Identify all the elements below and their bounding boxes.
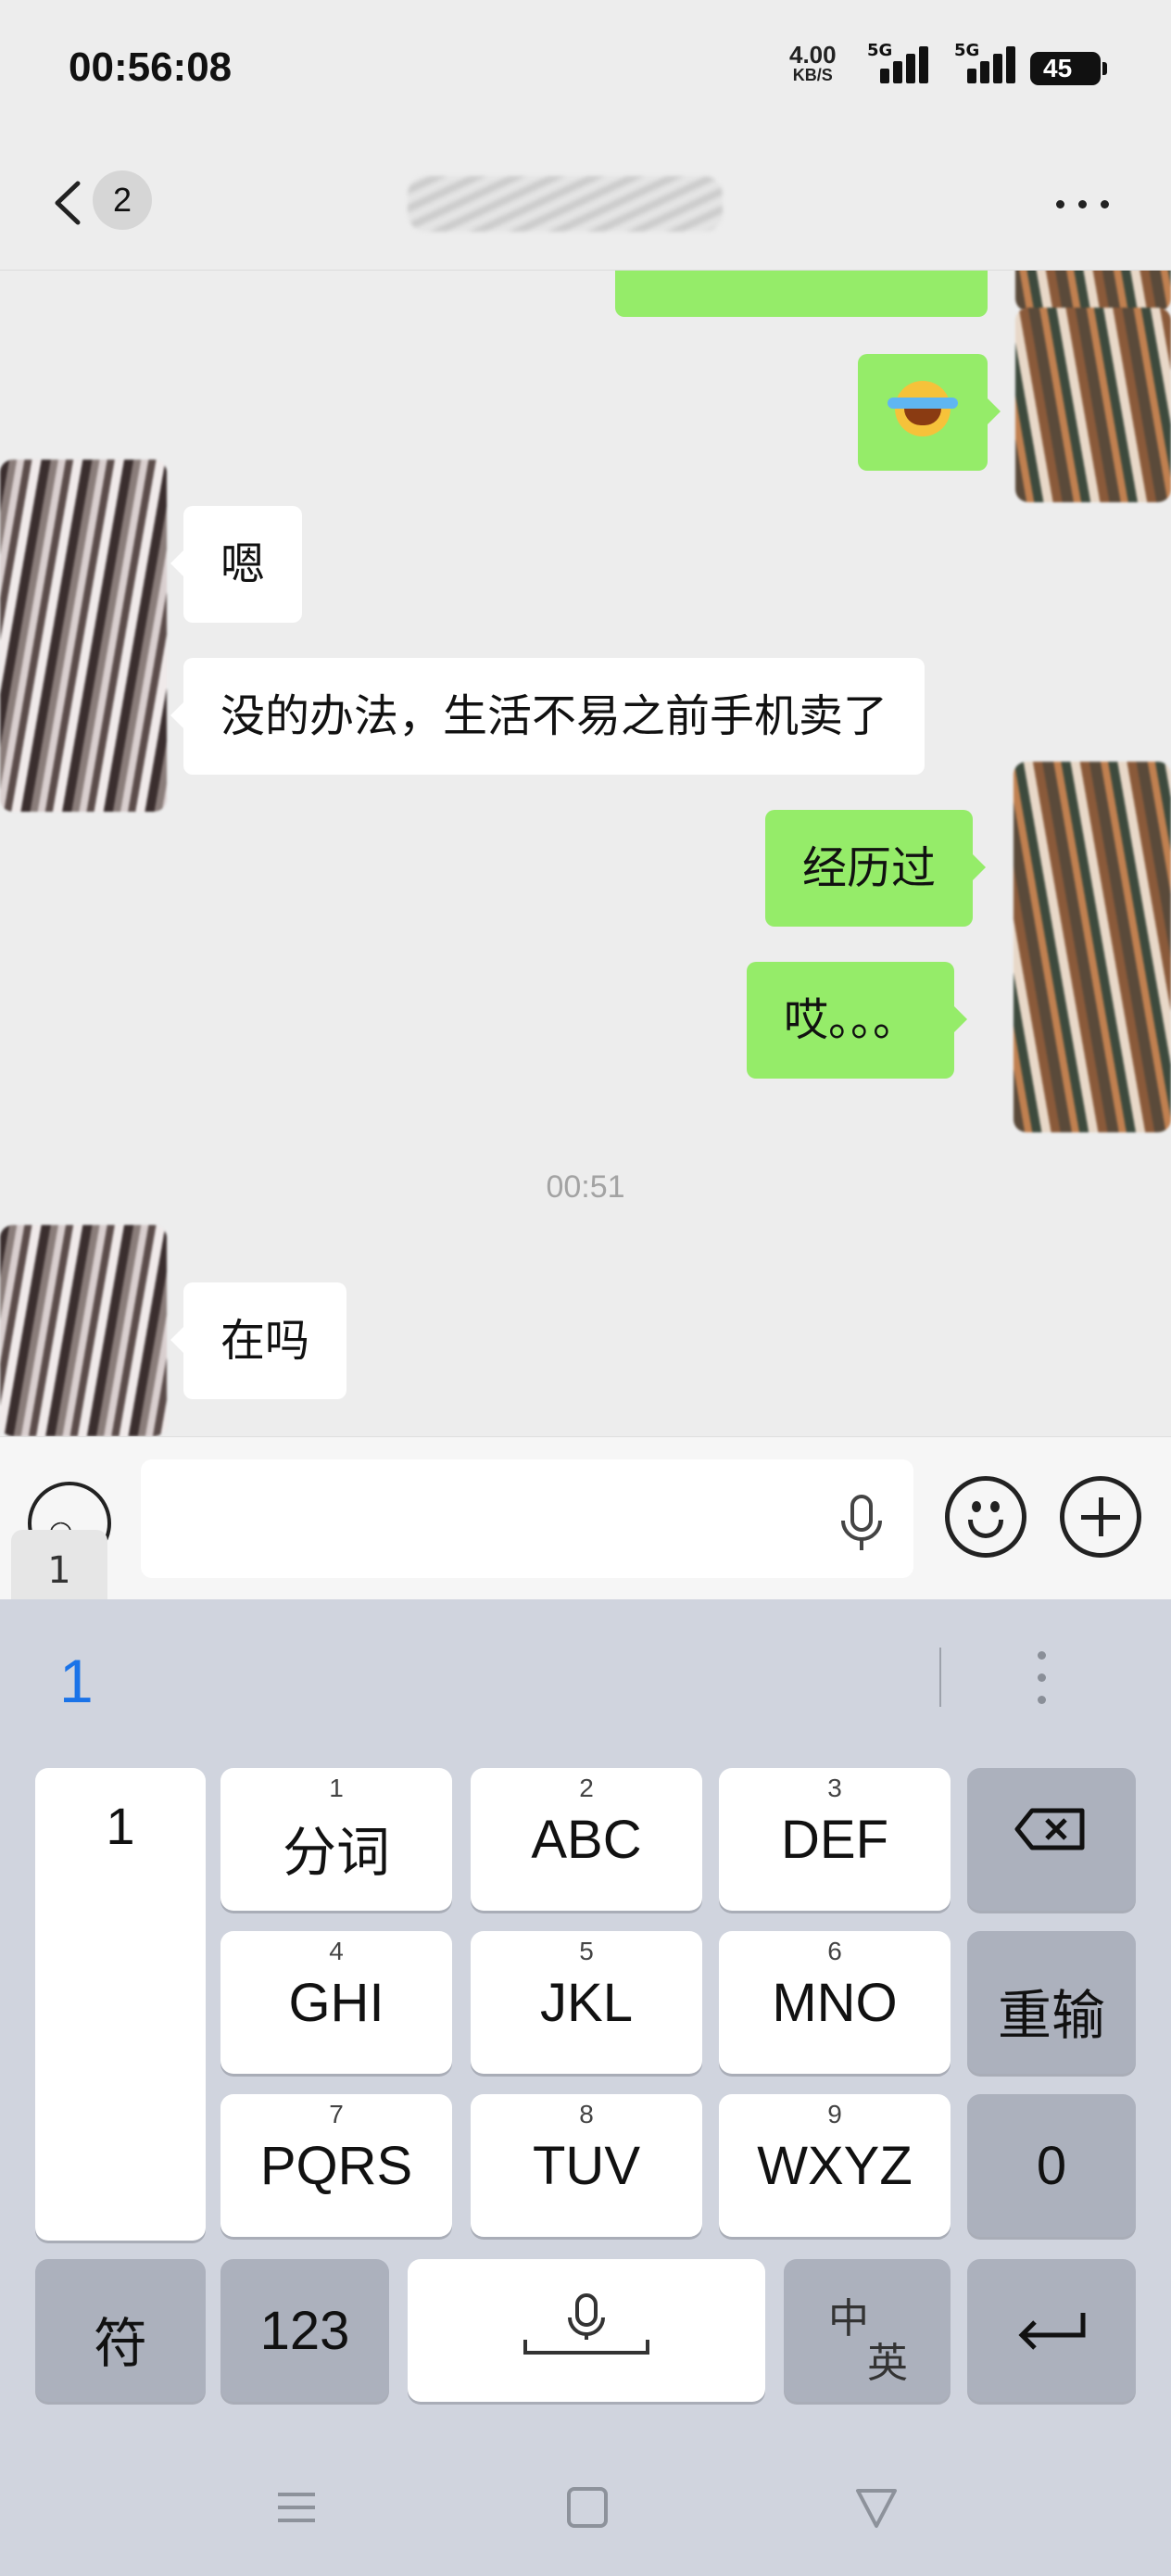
message-bubble-out[interactable]: 哎。。。 — [747, 962, 968, 1079]
sim2-type: 5G — [954, 41, 980, 60]
symbols-key[interactable]: 符 — [35, 2259, 206, 2402]
backspace-key[interactable] — [967, 1768, 1136, 1911]
enter-key[interactable] — [967, 2259, 1136, 2402]
signal-icon-sim2: 5G — [954, 41, 1015, 87]
message-bubble-in[interactable]: 嗯 — [170, 506, 303, 623]
my-avatar[interactable] — [1015, 271, 1171, 311]
my-avatar[interactable] — [1015, 308, 1171, 502]
candidate-divider — [939, 1648, 941, 1707]
key-4[interactable]: 4 GHI — [220, 1931, 452, 2074]
return-icon — [1018, 2313, 1086, 2350]
contact-avatar[interactable] — [0, 460, 167, 812]
backspace-icon — [1014, 1808, 1085, 1850]
sim1-type: 5G — [867, 41, 893, 60]
chat-header: 2 — [0, 139, 1171, 271]
key-7[interactable]: 7 PQRS — [220, 2094, 452, 2237]
laughing-tears-emoji-icon — [888, 381, 958, 436]
input-mode-tab[interactable]: 1 — [11, 1530, 107, 1600]
numbers-key[interactable]: 123 — [220, 2259, 389, 2402]
contact-avatar[interactable] — [0, 1225, 167, 1436]
chevron-left-icon — [55, 181, 81, 225]
message-list[interactable]: 嗯 没的办法，生活不易之前手机卖了 经历过 哎。。。 00:51 在吗 — [0, 271, 1171, 1436]
input-bar: ◜◝ 1 — [0, 1436, 1171, 1600]
more-functions-button[interactable] — [1060, 1476, 1141, 1558]
more-options-button[interactable] — [1056, 195, 1112, 217]
message-bubble-partial[interactable] — [615, 271, 988, 317]
key-9[interactable]: 9 WXYZ — [719, 2094, 951, 2237]
message-input[interactable] — [141, 1459, 913, 1578]
zero-key[interactable]: 0 — [967, 2094, 1136, 2237]
status-bar: 00:56:08 4.00 KB/S 5G 5G 45 — [0, 0, 1171, 139]
network-speed: 4.00 KB/S — [789, 43, 837, 85]
battery-icon: 45 — [1030, 52, 1107, 85]
signal-icon-sim1: 5G — [867, 41, 928, 87]
reinput-key[interactable]: 重输 — [967, 1931, 1136, 2074]
key-5[interactable]: 5 JKL — [471, 1931, 702, 2074]
microphone-icon[interactable] — [834, 1491, 889, 1556]
home-icon[interactable] — [563, 2483, 611, 2532]
key-6[interactable]: 6 MNO — [719, 1931, 951, 2074]
key-1[interactable]: 1 分词 — [220, 1768, 452, 1911]
candidate-word[interactable]: 1 — [59, 1646, 94, 1716]
message-bubble-emoji[interactable] — [858, 354, 1001, 471]
message-timestamp: 00:51 — [546, 1169, 625, 1205]
my-avatar[interactable] — [1014, 762, 1171, 1132]
menu-icon[interactable] — [272, 2483, 321, 2532]
battery-level: 45 — [1043, 54, 1073, 82]
chat-title-redacted — [408, 176, 723, 232]
symbol-list-key[interactable]: 1 — [35, 1768, 206, 2241]
key-8[interactable]: 8 TUV — [471, 2094, 702, 2237]
message-bubble-in[interactable]: 没的办法，生活不易之前手机卖了 — [170, 658, 925, 775]
key-2[interactable]: 2 ABC — [471, 1768, 702, 1911]
candidate-more-icon[interactable] — [1034, 1651, 1049, 1707]
key-3[interactable]: 3 DEF — [719, 1768, 951, 1911]
clock: 00:56:08 — [69, 44, 233, 90]
symbol-list-label: 1 — [106, 1797, 135, 1855]
message-bubble-in[interactable]: 在吗 — [170, 1282, 347, 1399]
back-triangle-icon[interactable] — [852, 2483, 900, 2532]
network-speed-unit: KB/S — [792, 66, 833, 84]
message-bubble-out[interactable]: 经历过 — [765, 810, 987, 927]
space-mic-icon — [523, 2293, 649, 2355]
system-navigation-bar — [0, 2428, 1171, 2576]
space-key[interactable] — [408, 2259, 765, 2402]
language-switch-key[interactable]: 中 英 — [784, 2259, 951, 2402]
emoji-button[interactable] — [945, 1476, 1026, 1558]
unread-count-badge[interactable]: 2 — [93, 170, 152, 230]
